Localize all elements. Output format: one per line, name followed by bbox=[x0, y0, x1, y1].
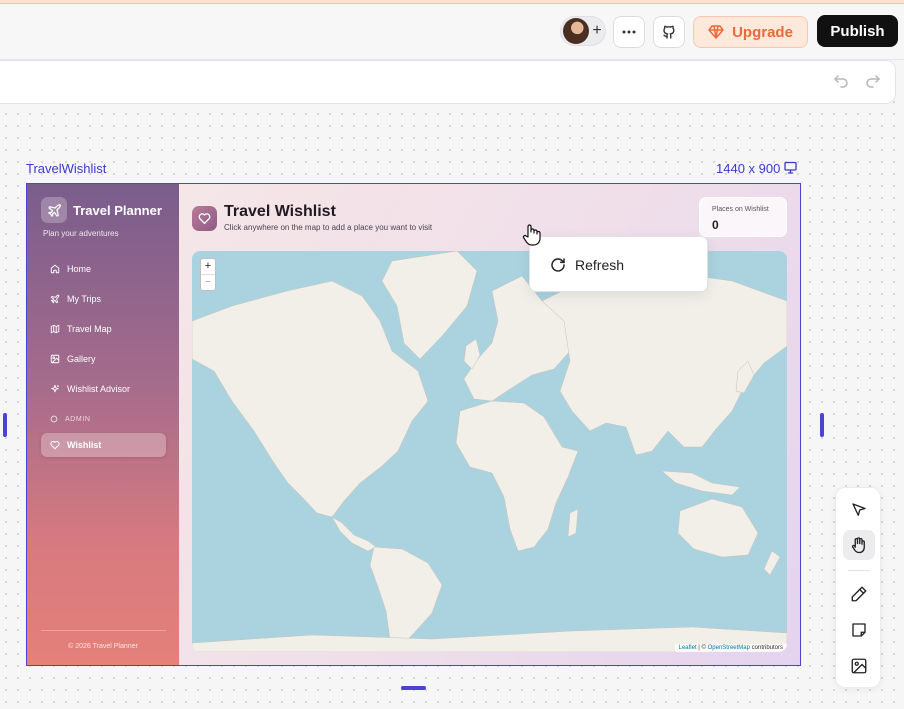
attribution-suffix: contributors bbox=[749, 645, 783, 651]
nav-item-gallery[interactable]: Gallery bbox=[41, 347, 166, 371]
nav-item-home[interactable]: Home bbox=[41, 257, 166, 281]
land-africa bbox=[455, 400, 579, 552]
page-icon bbox=[192, 206, 217, 231]
resize-handle-right[interactable] bbox=[820, 413, 824, 437]
frame-name-label[interactable]: TravelWishlist bbox=[26, 161, 106, 176]
land-asia bbox=[541, 270, 787, 456]
land-north-america bbox=[192, 280, 429, 518]
gem-icon bbox=[708, 25, 724, 39]
land-central-america bbox=[331, 516, 377, 552]
image-icon bbox=[851, 658, 867, 674]
pencil-icon bbox=[851, 586, 867, 602]
land-indonesia bbox=[661, 470, 741, 496]
sidebar-footer: © 2026 Travel Planner bbox=[68, 643, 138, 650]
plane-icon bbox=[47, 203, 61, 217]
land-greenland bbox=[381, 251, 478, 360]
github-icon bbox=[663, 25, 675, 39]
select-tool[interactable] bbox=[843, 495, 875, 525]
tool-palette bbox=[835, 487, 881, 688]
page-subtitle: Click anywhere on the map to add a place… bbox=[224, 223, 433, 232]
sparkle-icon bbox=[51, 384, 59, 393]
heart-icon bbox=[198, 213, 211, 225]
refresh-icon bbox=[551, 258, 565, 272]
redo-icon[interactable] bbox=[864, 72, 882, 90]
nav-item-wishlist-advisor[interactable]: Wishlist Advisor bbox=[41, 377, 166, 401]
github-button[interactable] bbox=[653, 16, 685, 48]
sticky-note-icon bbox=[852, 623, 866, 637]
map-tiles[interactable] bbox=[192, 251, 787, 652]
zoom-control: + − bbox=[200, 258, 216, 291]
attribution-separator: | © bbox=[696, 645, 708, 651]
world-map[interactable]: + − Leaflet | © OpenStreetMap contributo… bbox=[192, 251, 787, 652]
wishlist-count-card: Places on Wishlist 0 bbox=[699, 197, 787, 237]
context-menu: Refresh bbox=[529, 236, 708, 292]
nav-item-my-trips[interactable]: My Trips bbox=[41, 287, 166, 311]
land-new-zealand bbox=[763, 550, 781, 576]
frame-size-label: 1440 x 900 bbox=[716, 161, 781, 176]
nav-label: My Trips bbox=[67, 294, 102, 304]
nav-section-admin: ADMIN bbox=[41, 407, 166, 431]
land-australia bbox=[677, 498, 759, 558]
brand-logo bbox=[41, 197, 67, 223]
publish-button[interactable]: Publish bbox=[817, 15, 898, 47]
more-icon bbox=[622, 30, 636, 34]
zoom-out-button[interactable]: − bbox=[201, 275, 215, 291]
nav-label: Wishlist Advisor bbox=[67, 384, 131, 394]
gallery-icon bbox=[50, 354, 60, 364]
image-tool[interactable] bbox=[843, 651, 875, 681]
hand-tool[interactable] bbox=[843, 530, 875, 560]
leaflet-link[interactable]: Leaflet bbox=[679, 645, 697, 651]
note-tool[interactable] bbox=[843, 615, 875, 645]
avatar[interactable] bbox=[563, 18, 589, 44]
upgrade-button[interactable]: Upgrade bbox=[693, 16, 808, 48]
sidebar-divider bbox=[41, 630, 166, 631]
nav-label: Gallery bbox=[67, 354, 96, 364]
hand-cursor-icon bbox=[522, 224, 541, 246]
page-title: Travel Wishlist bbox=[224, 203, 336, 220]
draw-tool[interactable] bbox=[843, 579, 875, 609]
app-sidebar: Travel Planner Plan your adventures Home… bbox=[27, 184, 179, 665]
circle-icon bbox=[50, 415, 58, 423]
land-madagascar bbox=[567, 508, 579, 538]
resize-handle-left[interactable] bbox=[3, 413, 7, 437]
nav-item-travel-map[interactable]: Travel Map bbox=[41, 317, 166, 341]
osm-link[interactable]: OpenStreetMap bbox=[708, 645, 750, 651]
plane-icon bbox=[50, 294, 60, 304]
hand-icon bbox=[851, 537, 865, 554]
nav-item-wishlist[interactable]: Wishlist bbox=[41, 433, 166, 457]
stat-value: 0 bbox=[712, 218, 719, 232]
nav-section-label: ADMIN bbox=[65, 415, 91, 423]
brand-subtitle: Plan your adventures bbox=[43, 229, 119, 238]
monitor-icon[interactable] bbox=[784, 161, 797, 174]
nav-label: Wishlist bbox=[67, 440, 102, 450]
refresh-label: Refresh bbox=[575, 257, 625, 273]
zoom-in-button[interactable]: + bbox=[201, 259, 215, 275]
upgrade-label: Upgrade bbox=[732, 23, 793, 41]
add-collaborator-icon[interactable]: + bbox=[588, 21, 606, 41]
refresh-menu-item[interactable]: Refresh bbox=[530, 237, 709, 293]
pointer-icon bbox=[852, 503, 866, 516]
heart-icon bbox=[50, 440, 60, 450]
brand-title: Travel Planner bbox=[73, 203, 162, 218]
top-bar: + Upgrade bbox=[0, 4, 904, 60]
resize-handle-bottom[interactable] bbox=[401, 686, 426, 690]
canvas-toolbar bbox=[0, 60, 896, 104]
home-icon bbox=[50, 264, 60, 274]
undo-icon[interactable] bbox=[832, 72, 850, 90]
land-south-america bbox=[369, 546, 443, 650]
more-options-button[interactable] bbox=[613, 16, 645, 48]
nav-label: Home bbox=[67, 264, 92, 274]
tool-separator bbox=[848, 570, 870, 571]
collaborators[interactable]: + bbox=[560, 16, 606, 46]
stat-label: Places on Wishlist bbox=[712, 206, 769, 213]
nav-label: Travel Map bbox=[67, 324, 112, 334]
map-attribution: Leaflet | © OpenStreetMap contributors bbox=[674, 644, 787, 652]
map-icon bbox=[50, 324, 60, 334]
